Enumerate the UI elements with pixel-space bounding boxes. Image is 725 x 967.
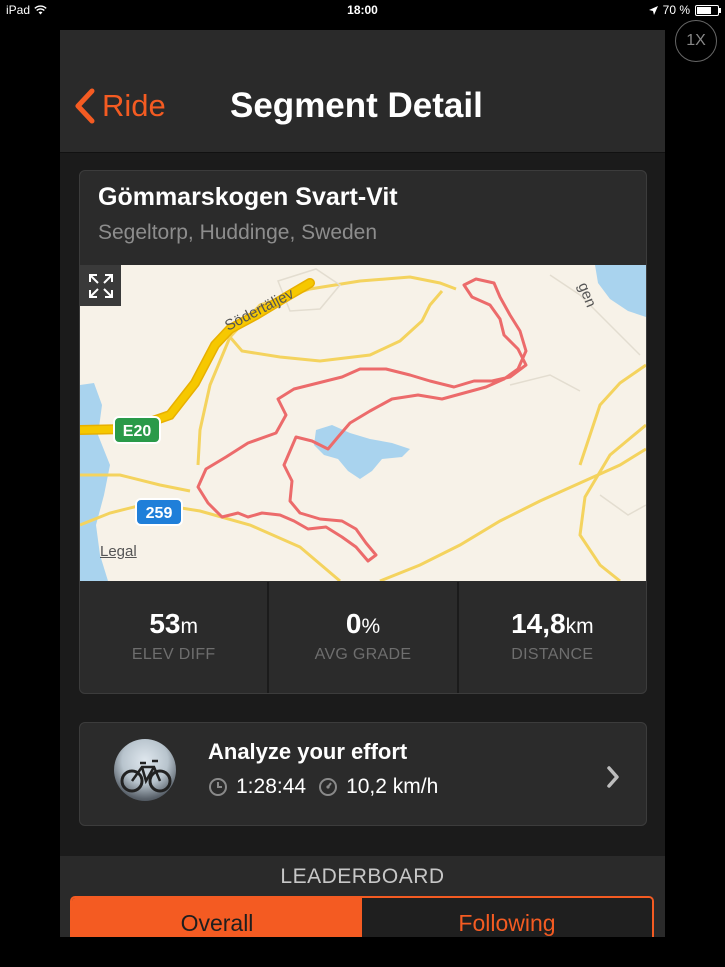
segment-stats: 53m ELEV DIFF 0% AVG GRADE 14,8km DISTAN… [80,582,646,693]
back-label: Ride [102,88,166,123]
analyze-effort-row[interactable]: Analyze your effort 1:28:44 10,2 km/h [79,722,647,826]
leaderboard-title: LEADERBOARD [280,865,445,888]
stat-unit: % [361,615,381,638]
battery-icon [695,4,721,16]
location-arrow-icon [648,5,658,15]
analyze-title: Analyze your effort [208,739,408,764]
clock-icon [209,778,227,796]
e20-label: E20 [123,423,152,440]
stat-elev-diff: 53m ELEV DIFF [80,582,270,693]
stat-unit: m [180,615,198,638]
page-title: Segment Detail [230,86,483,125]
battery-percent: 70 % [662,3,690,17]
segment-card: Gömmarskogen Svart-Vit Segeltorp, Huddin… [79,170,647,694]
tab-overall[interactable]: Overall [72,898,362,937]
status-bar: iPad 18:00 70 % [0,0,725,20]
chevron-left-icon [75,88,95,124]
stat-label: DISTANCE [511,646,594,663]
stat-distance: 14,8km DISTANCE [459,582,646,693]
road-label-gen: gen [574,280,599,310]
segment-location: Segeltorp, Huddinge, Sweden [98,221,378,244]
segment-map[interactable]: Södertäljev gen E20 259 [80,265,646,581]
app-window: Ride Segment Detail Gömmarskogen Svart-V… [60,30,665,937]
stat-avg-grade: 0% AVG GRADE [269,582,459,693]
lake-east [595,265,646,317]
expand-icon [88,273,113,298]
tab-following[interactable]: Following [362,898,652,937]
status-right: 70 % [648,3,721,17]
map-legal-link[interactable]: Legal [100,543,137,560]
navbar: Ride Segment Detail [60,30,665,153]
stat-value: 0 [345,608,362,639]
stat-unit: km [565,615,594,638]
effort-time: 1:28:44 [236,775,307,798]
stat-value: 14,8 [511,608,566,639]
avatar [114,739,176,801]
speedometer-icon [319,778,338,796]
segment-name: Gömmarskogen Svart-Vit [98,183,398,211]
r259-label: 259 [146,505,173,522]
r259-shield: 259 [135,498,183,526]
effort-speed: 10,2 km/h [346,775,439,798]
expand-map-button[interactable] [80,265,121,306]
chevron-right-icon [607,766,619,788]
analyze-meta: 1:28:44 10,2 km/h [208,775,438,799]
e20-shield: E20 [113,416,161,444]
status-time: 18:00 [347,3,378,17]
stat-label: ELEV DIFF [131,646,216,663]
zoom-1x-button[interactable]: 1X [675,20,717,62]
road-label-sodertalje: Södertäljev [222,285,297,334]
stat-value: 53 [149,608,181,639]
lake-center [314,425,410,479]
stat-label: AVG GRADE [314,646,412,663]
leaderboard-tabs: Overall Following [70,896,654,937]
back-button[interactable]: Ride [74,88,166,124]
